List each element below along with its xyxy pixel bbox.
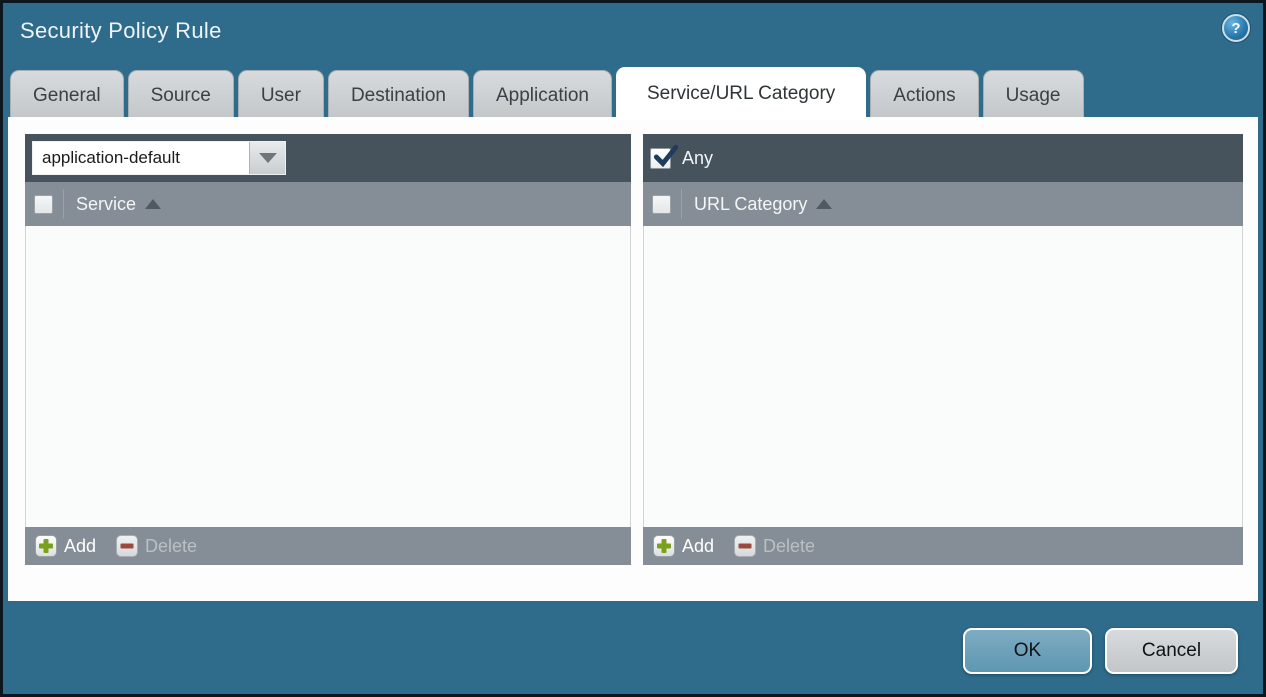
tab-service-url-category[interactable]: Service/URL Category [616, 67, 866, 120]
checkmark-icon [652, 144, 678, 170]
service-delete-button[interactable]: Delete [116, 535, 197, 557]
tab-source[interactable]: Source [128, 70, 234, 120]
service-select-all-checkbox[interactable] [34, 195, 53, 214]
security-policy-rule-dialog: Security Policy Rule ? General Source Us… [0, 0, 1266, 697]
url-category-panel-header: Any [643, 134, 1243, 182]
service-add-button[interactable]: Add [35, 535, 96, 557]
tab-application[interactable]: Application [473, 70, 612, 120]
service-table-body[interactable] [25, 226, 631, 527]
tab-general[interactable]: General [10, 70, 124, 120]
any-checkbox[interactable] [650, 148, 671, 169]
tab-bar: General Source User Destination Applicat… [10, 67, 1084, 120]
tab-user[interactable]: User [238, 70, 324, 120]
tab-destination[interactable]: Destination [328, 70, 469, 120]
add-icon [35, 535, 57, 557]
url-category-column-label: URL Category [694, 194, 807, 215]
chevron-down-icon [259, 153, 277, 163]
url-category-delete-button[interactable]: Delete [734, 535, 815, 557]
ok-button[interactable]: OK [963, 628, 1092, 674]
help-icon[interactable]: ? [1222, 14, 1250, 42]
url-category-table-body[interactable] [643, 226, 1243, 527]
add-icon [653, 535, 675, 557]
url-category-select-all-checkbox[interactable] [652, 195, 671, 214]
service-column-header[interactable]: Service [25, 182, 631, 226]
tab-usage[interactable]: Usage [983, 70, 1084, 120]
column-divider [681, 189, 682, 219]
tab-content-area: Service Add Delete [8, 117, 1258, 601]
sort-ascending-icon [145, 199, 161, 209]
dialog-title: Security Policy Rule [20, 18, 222, 44]
service-type-input[interactable] [33, 142, 249, 174]
url-category-column-header[interactable]: URL Category [643, 182, 1243, 226]
delete-icon [734, 535, 756, 557]
service-toolbar: Add Delete [25, 527, 631, 565]
service-type-combobox [32, 141, 286, 175]
url-category-panel: Any URL Category Add Delete [643, 134, 1243, 565]
url-category-toolbar: Add Delete [643, 527, 1243, 565]
service-panel-header [25, 134, 631, 182]
any-checkbox-label: Any [682, 148, 713, 169]
service-column-label: Service [76, 194, 136, 215]
tab-actions[interactable]: Actions [870, 70, 978, 120]
url-category-add-button[interactable]: Add [653, 535, 714, 557]
delete-icon [116, 535, 138, 557]
service-type-dropdown-button[interactable] [249, 142, 285, 174]
help-glyph: ? [1231, 20, 1240, 37]
column-divider [63, 189, 64, 219]
sort-ascending-icon [816, 199, 832, 209]
cancel-button[interactable]: Cancel [1105, 628, 1238, 674]
service-panel: Service Add Delete [25, 134, 631, 565]
